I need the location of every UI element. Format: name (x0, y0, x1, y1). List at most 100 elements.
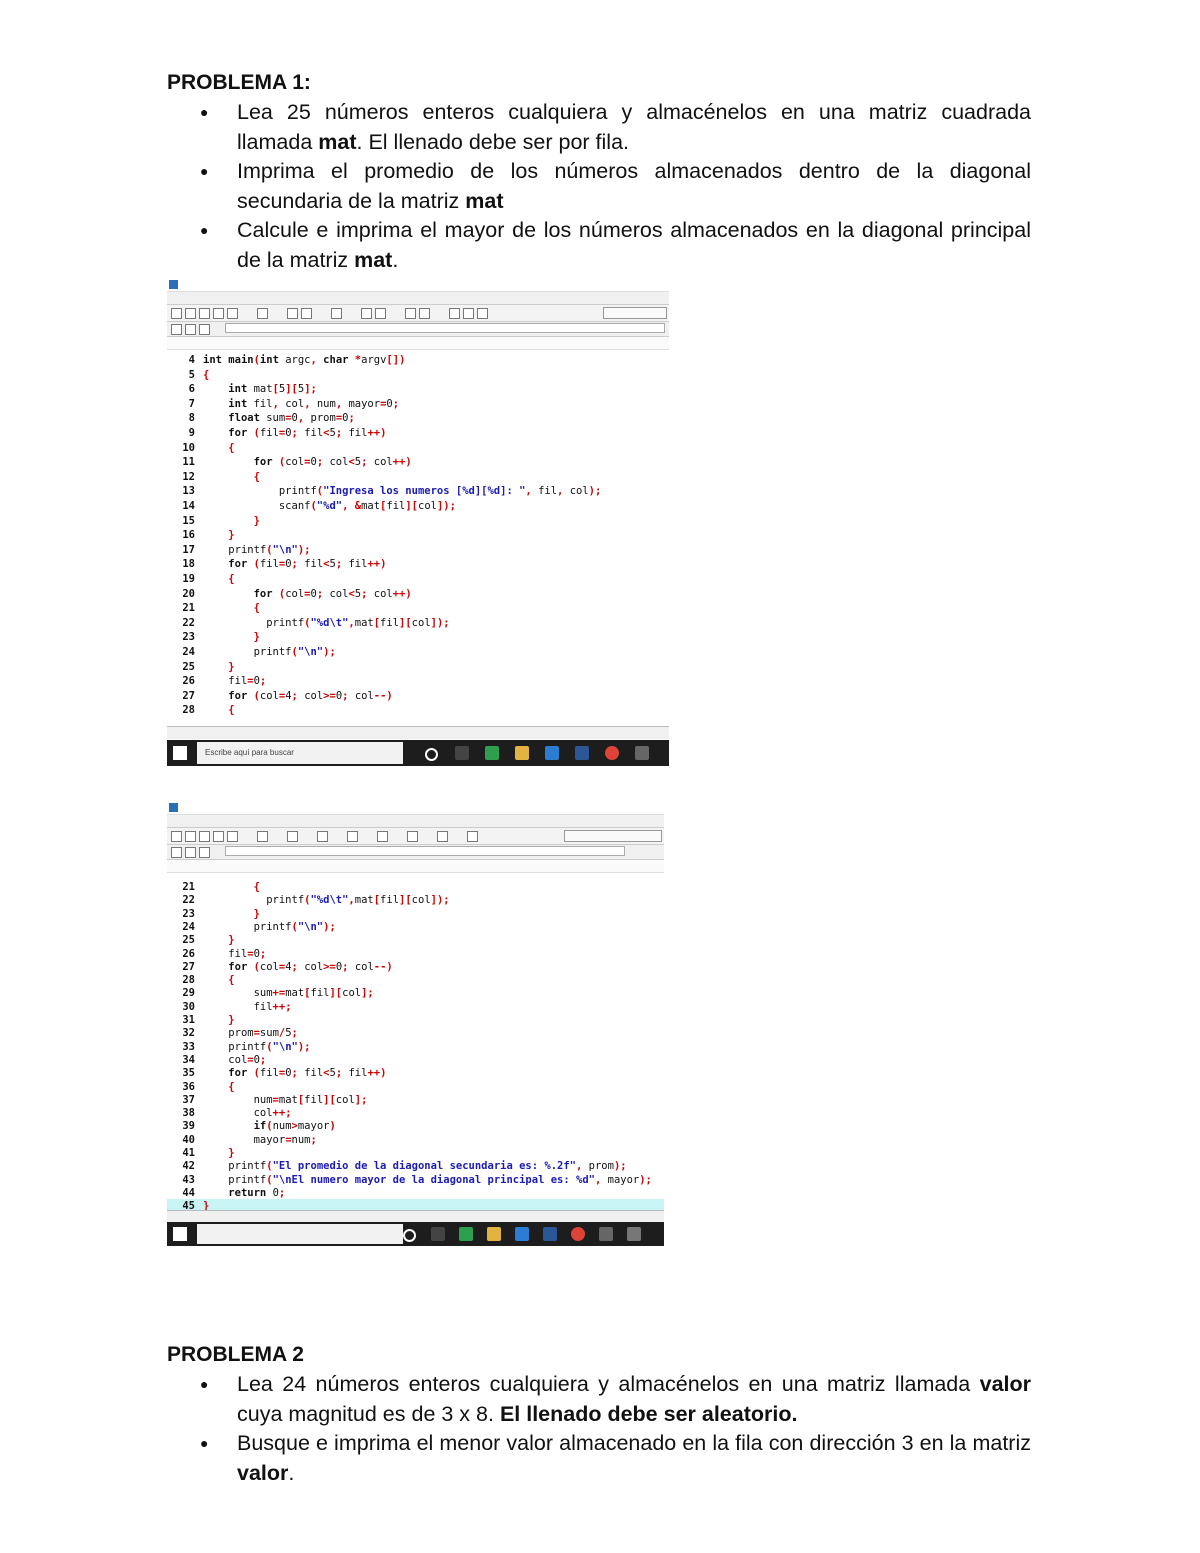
text-run: . (288, 1460, 295, 1485)
line-number: 12 (182, 470, 195, 483)
code-keyword: int (203, 354, 222, 366)
code-symbol: ; (392, 397, 400, 410)
code-symbol: ]; (354, 1093, 368, 1106)
code-symbol: ); (639, 1173, 652, 1186)
code-token: mat (354, 616, 374, 629)
line-number: 23 (182, 907, 195, 920)
line-number: 37 (182, 1093, 195, 1106)
code-line: { (203, 602, 260, 614)
problem2-list: Lea 24 números enteros cualquiera y alma… (167, 1370, 1031, 1488)
line-number: 6 (188, 383, 195, 396)
code-token: fil (259, 558, 279, 571)
problem1-heading: PROBLEMA 1: (167, 71, 311, 94)
print-icon (227, 308, 238, 319)
code-keyword: return (228, 1186, 267, 1199)
line-number: 22 (182, 894, 195, 907)
line-number: 21 (182, 602, 195, 615)
ide-toolbar-2 (167, 322, 669, 337)
code-symbol: ; (259, 675, 267, 688)
code-symbol: { (253, 470, 260, 483)
code-symbol: --) (373, 960, 393, 973)
code-line: printf("El promedio de la diagonal secun… (203, 1160, 627, 1173)
line-number: 41 (182, 1147, 195, 1159)
code-token: mat (278, 1093, 298, 1106)
code-symbol: >= (323, 960, 336, 973)
line-number: 26 (182, 947, 195, 960)
code-token: printf (228, 1173, 267, 1186)
code-token: fil (304, 1093, 324, 1106)
line-number: 8 (188, 412, 195, 425)
code-line: float sum=0, prom=0; (203, 412, 355, 424)
code-symbol: ][ (405, 500, 418, 512)
code-line: int main(int argc, char *argv[]) (203, 354, 405, 366)
code-symbol: ; (310, 1133, 317, 1146)
start-icon (173, 1227, 187, 1241)
member-icon (185, 847, 196, 858)
problem2-bullet: Lea 24 números enteros cualquiera y alma… (167, 1370, 1031, 1429)
code-token: fil (348, 1067, 368, 1080)
code-token: fil (304, 1067, 324, 1080)
code-keyword: int (228, 383, 248, 396)
goto-icon (199, 847, 210, 858)
code-line: { (203, 1081, 234, 1093)
app-icon (635, 746, 649, 760)
code-line: printf("%d\t",mat[fil][col]); (203, 894, 449, 906)
code-line: return 0; (203, 1187, 285, 1199)
undo-icon (257, 308, 268, 319)
code-token: mayor (348, 397, 381, 410)
word-icon (543, 1227, 557, 1241)
code-line: fil=0; (203, 675, 266, 687)
code-line: for (col=4; col>=0; col--) (203, 690, 392, 702)
member-icon (185, 324, 196, 335)
code-line: for (fil=0; fil<5; fil++) (203, 1067, 386, 1079)
code-line: if(num>mayor) (203, 1120, 336, 1132)
line-number: 31 (182, 1014, 195, 1026)
code-string: "\nEl numero mayor de la diagonal princi… (272, 1173, 595, 1186)
code-token: col (342, 987, 362, 1000)
chart-icon (477, 308, 488, 319)
class-icon (171, 324, 182, 335)
code-line: col=0; (203, 1054, 266, 1066)
problem2-bullet: Busque e imprima el menor valor almacena… (167, 1429, 1031, 1488)
code-token: argc (285, 354, 311, 366)
code-screenshot-2: 21 {22 printf("%d\t",mat[fil][col]); 23 }… (167, 800, 664, 1246)
code-token: fil (348, 558, 368, 571)
goto-icon (199, 324, 210, 335)
code-symbol: ]); (430, 616, 450, 629)
code-line: } (203, 1147, 234, 1159)
devcpp-icon (515, 1227, 529, 1241)
check-icon (449, 308, 460, 319)
code-keyword: int (228, 397, 248, 410)
code-string: "%d\t" (310, 616, 349, 629)
new-file-icon (171, 308, 182, 319)
code-symbol: += (272, 987, 286, 1000)
line-number: 32 (182, 1027, 195, 1040)
code-token: fil (253, 1000, 273, 1013)
code-editor: 4 int main(int argc, char *argv[]) 5 {6 int… (167, 350, 669, 720)
code-token: fil (380, 616, 400, 629)
code-line: } (203, 934, 234, 946)
code-symbol: ); (613, 1160, 627, 1173)
code-symbol: ; (291, 1027, 298, 1040)
open-icon (185, 831, 196, 842)
run-icon (375, 308, 386, 319)
code-token: printf (253, 646, 292, 658)
line-number: 27 (182, 960, 195, 973)
code-line: printf("\n"); (203, 646, 336, 658)
close-icon (463, 308, 474, 319)
code-line: for (col=0; col<5; col++) (203, 588, 412, 600)
file-tab (167, 337, 669, 350)
